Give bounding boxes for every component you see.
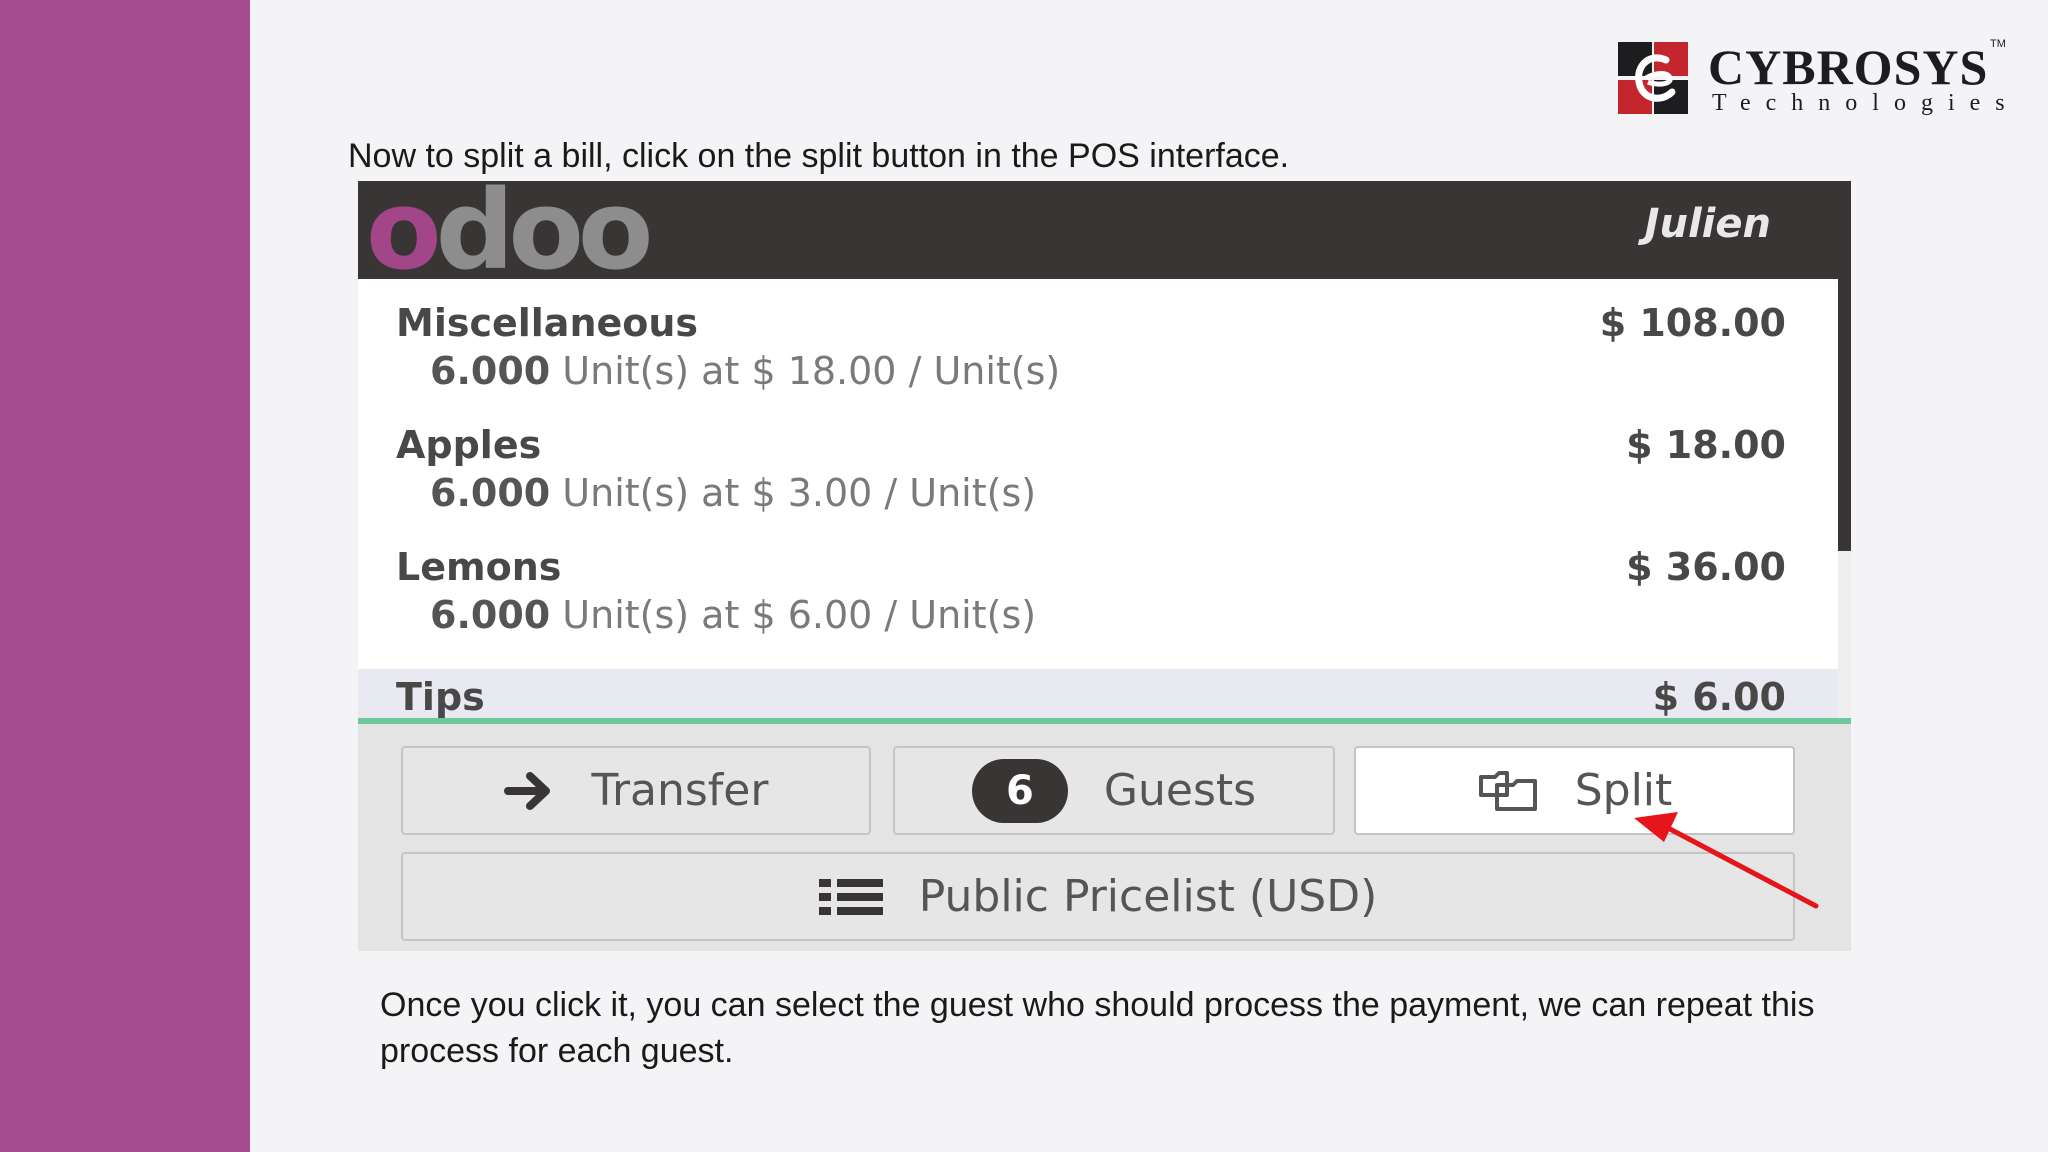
- arrow-right-icon: [503, 771, 556, 811]
- order-line-price: $ 18.00: [1626, 423, 1786, 467]
- pos-user-name[interactable]: Julien: [1645, 201, 1771, 247]
- order-lines-list: Miscellaneous 6.000 Unit(s) at $ 18.00 /…: [358, 279, 1838, 720]
- pos-header: odoo Julien: [358, 181, 1851, 285]
- order-list-scrollbar-track[interactable]: [1838, 551, 1851, 722]
- order-line-product: Miscellaneous: [396, 301, 699, 345]
- order-line-product: Lemons: [396, 545, 562, 589]
- order-line-price: $ 36.00: [1626, 545, 1786, 589]
- order-list-scrollbar-thumb[interactable]: [1838, 279, 1851, 551]
- list-icon: [818, 877, 883, 917]
- order-line[interactable]: Apples 6.000 Unit(s) at $ 3.00 / Unit(s)…: [358, 401, 1838, 523]
- transfer-button[interactable]: Transfer: [401, 746, 871, 835]
- guests-label: Guests: [1103, 765, 1257, 816]
- order-line-quantity: 6.000: [430, 593, 551, 637]
- split-button[interactable]: Split: [1354, 746, 1795, 835]
- order-line-quantity: 6.000: [430, 349, 551, 393]
- copy-icon: [1477, 769, 1539, 813]
- order-line-detail: 6.000 Unit(s) at $ 6.00 / Unit(s): [430, 593, 1036, 637]
- selected-line-underline: [358, 718, 1851, 724]
- tips-label: Tips: [396, 675, 485, 719]
- cybrosys-logo-mark: [1618, 42, 1688, 114]
- pricelist-button[interactable]: Public Pricelist (USD): [401, 852, 1795, 941]
- guests-count-badge: 6: [971, 758, 1068, 823]
- split-label: Split: [1574, 765, 1673, 816]
- order-line[interactable]: Miscellaneous 6.000 Unit(s) at $ 18.00 /…: [358, 279, 1838, 401]
- order-line-product: Apples: [396, 423, 542, 467]
- pos-screenshot: odoo Julien Miscellaneous 6.000 Unit(s) …: [358, 181, 1851, 951]
- tips-price: $ 6.00: [1652, 675, 1786, 719]
- logo-subtitle: Technologies: [1712, 90, 2020, 116]
- logo-company-name: CYBROSYS: [1708, 39, 1989, 95]
- order-line-unit-info: Unit(s) at $ 18.00 / Unit(s): [562, 349, 1061, 393]
- order-line-quantity: 6.000: [430, 471, 551, 515]
- order-line-price: $ 108.00: [1599, 301, 1786, 345]
- slide-caption-top: Now to split a bill, click on the split …: [348, 137, 1290, 175]
- order-line-unit-info: Unit(s) at $ 6.00 / Unit(s): [562, 593, 1037, 637]
- logo-trademark: TM: [1990, 38, 2006, 50]
- pricelist-label: Public Pricelist (USD): [918, 871, 1378, 922]
- order-line-detail: 6.000 Unit(s) at $ 3.00 / Unit(s): [430, 471, 1036, 515]
- slide-sidebar-accent: [0, 0, 250, 1152]
- odoo-logo: odoo: [366, 181, 653, 294]
- order-line[interactable]: Lemons 6.000 Unit(s) at $ 6.00 / Unit(s)…: [358, 523, 1838, 645]
- cybrosys-logo: CYBROSYS TM Technologies: [1618, 38, 2020, 120]
- slide-caption-bottom: Once you click it, you can select the gu…: [380, 986, 1815, 1070]
- guests-button[interactable]: 6 Guests: [893, 746, 1335, 835]
- order-line-detail: 6.000 Unit(s) at $ 18.00 / Unit(s): [430, 349, 1060, 393]
- tips-order-line[interactable]: Tips $ 6.00: [358, 669, 1838, 722]
- transfer-label: Transfer: [591, 765, 769, 816]
- order-line-unit-info: Unit(s) at $ 3.00 / Unit(s): [562, 471, 1037, 515]
